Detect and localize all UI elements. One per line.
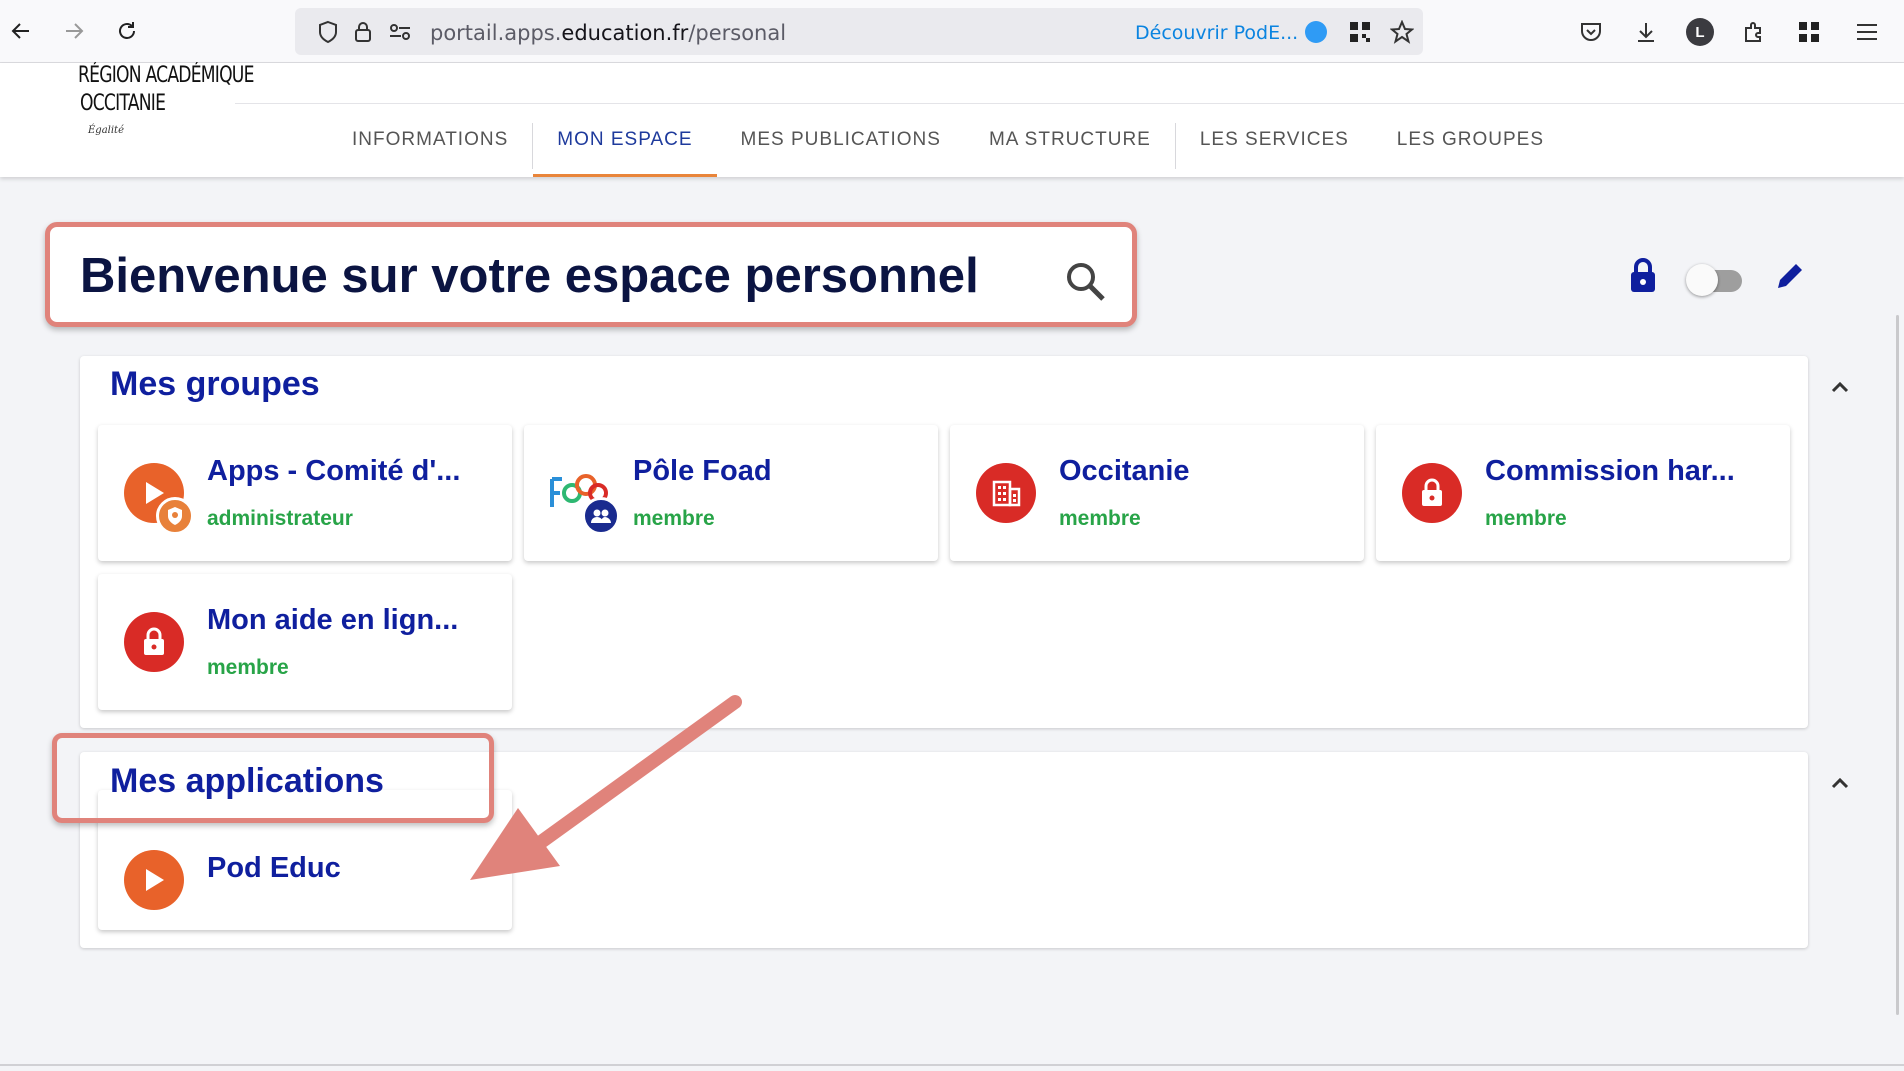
main-nav: INFORMATIONS MON ESPACE MES PUBLICATIONS… [328,123,1568,177]
lock-icon [1402,463,1462,523]
tab-les-groupes[interactable]: LES GROUPES [1373,123,1568,177]
site-header: RÉGION ACADÉMIQUE OCCITANIE Égalité INFO… [0,63,1904,177]
back-icon[interactable] [4,14,38,48]
download-icon[interactable] [1632,18,1660,46]
edit-pencil-icon[interactable] [1774,260,1806,297]
group-name: Commission har... [1485,455,1735,487]
tab-mon-espace[interactable]: MON ESPACE [533,123,717,177]
url-path: /personal [688,21,787,45]
building-icon [976,463,1036,523]
tab-informations[interactable]: INFORMATIONS [328,123,532,177]
shield-icon[interactable] [315,19,341,45]
page-title: Bienvenue sur votre espace personnel [80,249,979,303]
group-role: membre [1485,507,1567,530]
group-members-icon [582,497,620,535]
tab-les-services[interactable]: LES SERVICES [1176,123,1373,177]
reload-icon[interactable] [110,14,144,48]
tab-ma-structure[interactable]: MA STRUCTURE [965,123,1175,177]
group-card[interactable]: Occitanie membre [950,425,1364,561]
header-divider [235,103,1904,104]
permissions-icon[interactable] [387,19,413,45]
extensions-icon[interactable] [1740,18,1768,46]
region-logo[interactable]: RÉGION ACADÉMIQUE OCCITANIE Égalité [78,63,254,158]
browser-toolbar: portail.apps.education.fr/personal Décou… [0,0,1904,63]
extension-dot-icon[interactable] [1305,21,1327,43]
tab-mes-publications[interactable]: MES PUBLICATIONS [717,123,965,177]
toggle-knob[interactable] [1686,264,1718,296]
group-card[interactable]: Apps - Comité d'... administrateur [98,425,512,561]
group-name: Mon aide en lign... [207,604,459,636]
group-role: membre [633,507,715,530]
logo-line2: OCCITANIE [80,91,166,116]
group-role: membre [1059,507,1141,530]
play-icon [124,850,184,910]
admin-shield-icon [156,497,194,535]
lock-icon[interactable] [1628,258,1658,299]
url-domain: education.fr [561,21,689,45]
chevron-up-icon[interactable] [1828,772,1852,801]
url-prefix: portail.apps. [430,21,562,45]
logo-line1: RÉGION ACADÉMIQUE [78,63,254,88]
group-name: Apps - Comité d'... [207,455,461,487]
group-role: membre [207,656,289,679]
account-avatar-icon[interactable]: L [1686,18,1714,46]
discover-suggestion[interactable]: Découvrir PodE... [1135,22,1298,44]
url-text[interactable]: portail.apps.education.fr/personal [430,21,786,45]
groups-title: Mes groupes [110,365,320,403]
annotation-arrow [460,690,750,905]
logo-line3: Égalité [88,125,124,136]
bookmark-star-icon[interactable] [1389,19,1415,45]
group-card[interactable]: Pôle Foad membre [524,425,938,561]
applications-title: Mes applications [110,762,384,800]
group-card[interactable]: Commission har... membre [1376,425,1790,561]
menu-icon[interactable] [1853,18,1881,46]
scrollbar[interactable] [1896,315,1899,1015]
account-initial: L [1695,23,1705,41]
group-name: Occitanie [1059,455,1190,487]
apps-grid-icon[interactable] [1795,18,1823,46]
forward-icon[interactable] [57,14,91,48]
search-icon[interactable] [1064,260,1106,302]
group-card[interactable]: Mon aide en lign... membre [98,574,512,710]
pocket-icon[interactable] [1577,18,1605,46]
bottom-divider [0,1064,1904,1066]
group-role: administrateur [207,507,353,530]
chevron-up-icon[interactable] [1828,376,1852,405]
group-name: Pôle Foad [633,455,772,487]
lock-icon[interactable] [350,19,376,45]
lock-icon [124,612,184,672]
application-name: Pod Educ [207,852,341,884]
address-bar[interactable]: portail.apps.education.fr/personal Décou… [295,8,1423,55]
qr-code-icon[interactable] [1347,19,1373,45]
